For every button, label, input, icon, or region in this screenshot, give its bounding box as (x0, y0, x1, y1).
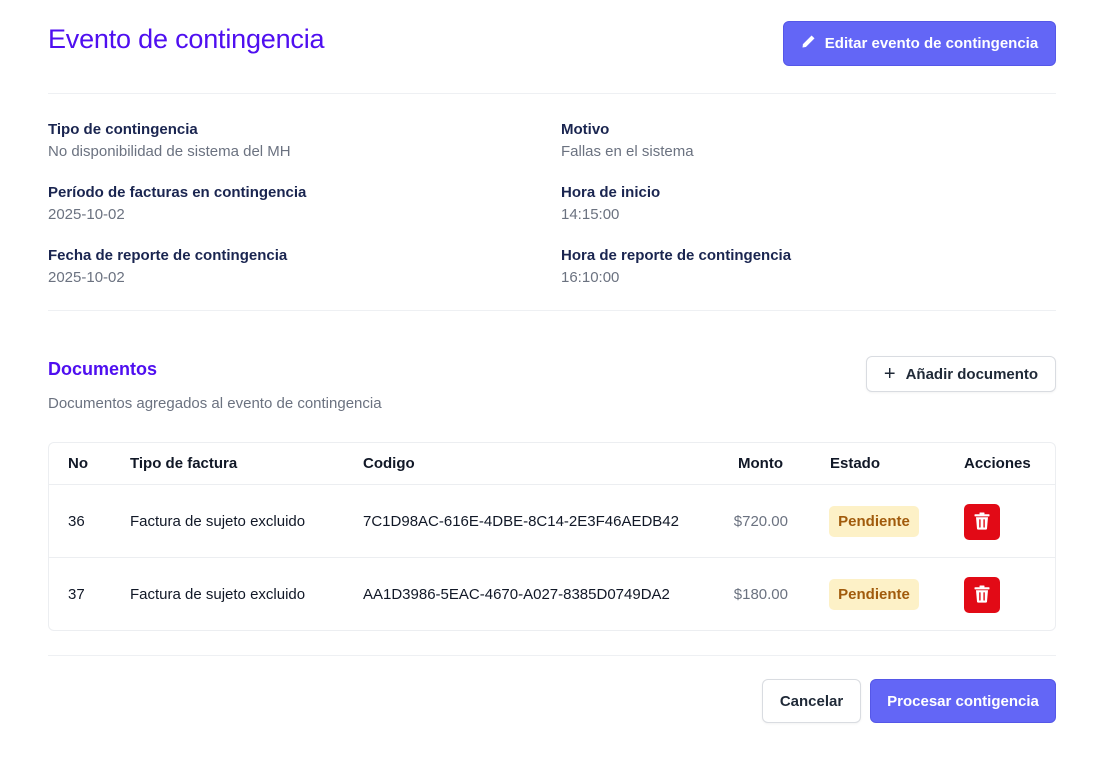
pencil-icon (801, 34, 816, 53)
documents-table: No Tipo de factura Codigo Monto Estado A… (48, 442, 1056, 631)
field-label: Fecha de reporte de contingencia (48, 247, 288, 264)
page-title: Evento de contingencia (48, 24, 325, 54)
field-motivo: Motivo Fallas en el sistema (561, 120, 694, 161)
documents-title: Documentos (48, 359, 158, 379)
status-badge: Pendiente (829, 506, 919, 537)
edit-contingency-button[interactable]: Editar evento de contingencia (783, 21, 1056, 66)
table-header: No Tipo de factura Codigo Monto Estado A… (49, 443, 1055, 485)
cell-tipo: Factura de sujeto excluido (130, 513, 306, 530)
field-label: Período de facturas en contingencia (48, 184, 307, 201)
column-header-no: No (68, 455, 88, 472)
add-document-label: Añadir documento (905, 365, 1039, 383)
field-hora-inicio: Hora de inicio 14:15:00 (561, 183, 660, 224)
cell-no: 37 (68, 586, 85, 603)
column-header-monto: Monto (738, 455, 783, 472)
cell-monto: $720.00 (733, 513, 788, 530)
delete-document-button[interactable] (964, 504, 1000, 540)
field-label: Motivo (561, 121, 610, 138)
field-value: Fallas en el sistema (561, 143, 694, 160)
add-document-button[interactable]: + Añadir documento (866, 356, 1056, 392)
field-label: Tipo de contingencia (48, 121, 198, 138)
field-label: Hora de reporte de contingencia (561, 247, 792, 264)
divider (48, 310, 1056, 311)
column-header-tipo: Tipo de factura (130, 455, 238, 472)
plus-icon: + (883, 363, 896, 385)
column-header-estado: Estado (830, 455, 881, 472)
field-value: No disponibilidad de sistema del MH (48, 143, 291, 160)
table-row: 36 Factura de sujeto excluido 7C1D98AC-6… (49, 485, 1055, 558)
column-header-acciones: Acciones (964, 455, 1031, 472)
edit-button-label: Editar evento de contingencia (824, 35, 1039, 52)
trash-icon (974, 512, 990, 533)
cell-codigo: AA1D3986-5EAC-4670-A027-8385D0749DA2 (363, 586, 670, 603)
field-value: 14:15:00 (561, 206, 620, 223)
trash-icon (974, 585, 990, 606)
delete-document-button[interactable] (964, 577, 1000, 613)
field-hora-reporte: Hora de reporte de contingencia 16:10:00 (561, 246, 791, 287)
field-fecha-reporte: Fecha de reporte de contingencia 2025-10… (48, 246, 287, 287)
table-row: 37 Factura de sujeto excluido AA1D3986-5… (49, 558, 1055, 630)
cell-monto: $180.00 (733, 586, 788, 603)
cell-codigo: 7C1D98AC-616E-4DBE-8C14-2E3F46AEDB42 (363, 513, 679, 530)
column-header-codigo: Codigo (363, 455, 415, 472)
divider (48, 93, 1056, 94)
field-value: 2025-10-02 (48, 206, 125, 223)
documents-description: Documentos agregados al evento de contin… (48, 395, 382, 412)
field-periodo: Período de facturas en contingencia 2025… (48, 183, 306, 224)
cell-no: 36 (68, 513, 85, 530)
field-value: 16:10:00 (561, 269, 620, 286)
field-tipo-contingencia: Tipo de contingencia No disponibilidad d… (48, 120, 291, 161)
cell-tipo: Factura de sujeto excluido (130, 586, 306, 603)
field-value: 2025-10-02 (48, 269, 125, 286)
process-contingency-button[interactable]: Procesar contigencia (870, 679, 1056, 723)
field-label: Hora de inicio (561, 184, 661, 201)
cancel-button[interactable]: Cancelar (762, 679, 861, 723)
divider (48, 655, 1056, 656)
status-badge: Pendiente (829, 579, 919, 610)
